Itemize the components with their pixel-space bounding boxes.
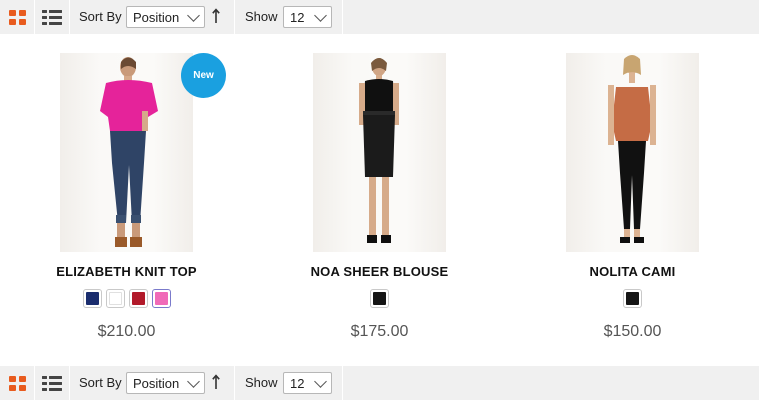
toolbar-divider bbox=[234, 366, 235, 400]
sort-by-value: Position bbox=[133, 10, 180, 25]
grid-view-icon bbox=[8, 375, 26, 391]
show-label: Show bbox=[245, 9, 278, 24]
sort-direction-arrow-icon[interactable] bbox=[211, 374, 221, 390]
swatch-list bbox=[506, 289, 759, 308]
sort-by-label: Sort By bbox=[79, 375, 122, 390]
grid-view-icon bbox=[8, 9, 26, 25]
model-black-blouse-image bbox=[359, 58, 399, 243]
color-swatch[interactable] bbox=[370, 289, 389, 308]
show-limit-select[interactable]: 12 bbox=[283, 6, 332, 28]
list-mode-button[interactable] bbox=[35, 0, 69, 34]
sort-direction-arrow-icon[interactable] bbox=[211, 8, 221, 24]
product-image[interactable] bbox=[313, 53, 446, 252]
color-swatch[interactable] bbox=[82, 289, 102, 308]
product-image[interactable] bbox=[60, 53, 193, 252]
product-item: New ELIZABETH KNIT TOP $210.00 bbox=[0, 53, 253, 353]
chevron-down-icon bbox=[314, 9, 327, 22]
show-limit-value: 12 bbox=[290, 10, 305, 25]
product-item: NOLITA CAMI $150.00 bbox=[506, 53, 759, 353]
sort-by-label: Sort By bbox=[79, 9, 122, 24]
chevron-down-icon bbox=[187, 9, 200, 22]
grid-mode-button[interactable] bbox=[0, 0, 34, 34]
color-swatch[interactable] bbox=[105, 289, 125, 308]
toolbar-bottom: Sort By Position Show 12 bbox=[0, 366, 759, 400]
product-name[interactable]: ELIZABETH KNIT TOP bbox=[0, 264, 253, 279]
product-item: NOA SHEER BLOUSE $175.00 bbox=[253, 53, 506, 353]
color-swatch[interactable] bbox=[151, 289, 171, 308]
list-mode-button[interactable] bbox=[35, 366, 69, 400]
model-rust-cami-image bbox=[608, 55, 656, 243]
chevron-down-icon bbox=[314, 375, 327, 388]
product-name[interactable]: NOLITA CAMI bbox=[506, 264, 759, 279]
product-price: $175.00 bbox=[350, 323, 409, 340]
chevron-down-icon bbox=[187, 375, 200, 388]
sort-by-value: Position bbox=[133, 376, 180, 391]
toolbar-divider bbox=[342, 0, 343, 34]
show-limit-select[interactable]: 12 bbox=[283, 372, 332, 394]
swatch-list bbox=[0, 289, 253, 308]
product-name[interactable]: NOA SHEER BLOUSE bbox=[253, 264, 506, 279]
list-view-icon bbox=[42, 9, 62, 25]
toolbar-divider bbox=[234, 0, 235, 34]
toolbar-divider bbox=[69, 0, 70, 34]
toolbar-divider bbox=[342, 366, 343, 400]
color-swatch[interactable] bbox=[623, 289, 642, 308]
toolbar-divider bbox=[69, 366, 70, 400]
swatch-list bbox=[253, 289, 506, 308]
color-swatch[interactable] bbox=[128, 289, 148, 308]
grid-mode-button[interactable] bbox=[0, 366, 34, 400]
sort-by-select[interactable]: Position bbox=[126, 6, 205, 28]
product-price: $150.00 bbox=[603, 323, 662, 340]
sort-by-select[interactable]: Position bbox=[126, 372, 205, 394]
list-view-icon bbox=[42, 375, 62, 391]
model-pink-knit-top-image bbox=[100, 57, 158, 247]
product-image[interactable] bbox=[566, 53, 699, 252]
toolbar-top: Sort By Position Show 12 bbox=[0, 0, 759, 34]
show-limit-value: 12 bbox=[290, 376, 305, 391]
product-price: $210.00 bbox=[97, 323, 156, 340]
show-label: Show bbox=[245, 375, 278, 390]
new-badge: New bbox=[181, 53, 226, 98]
